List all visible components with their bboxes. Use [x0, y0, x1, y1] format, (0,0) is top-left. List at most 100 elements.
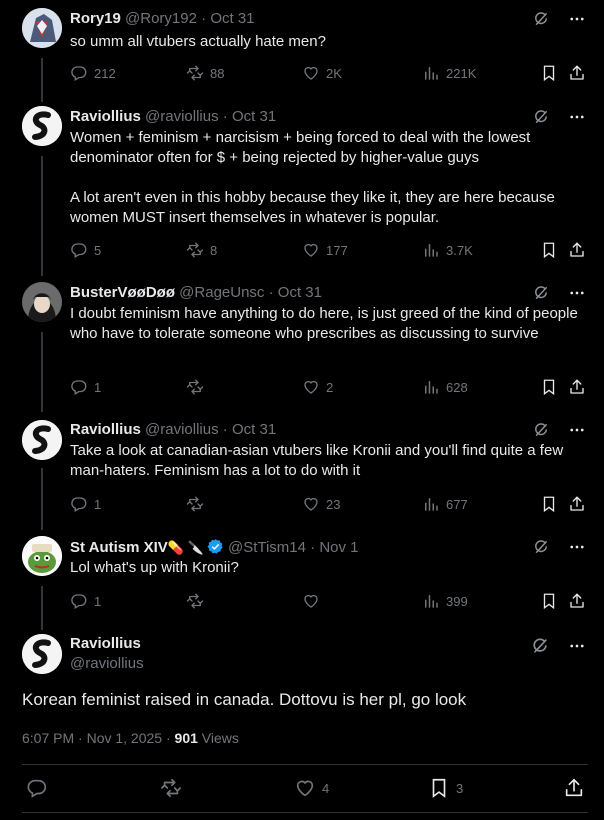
repost-button[interactable] — [186, 592, 210, 610]
grok-icon[interactable] — [532, 284, 550, 302]
main-author-name[interactable]: Raviollius — [70, 635, 141, 652]
views-button[interactable]: 628 — [422, 378, 468, 396]
repost-icon — [160, 777, 182, 799]
bookmark-button[interactable]: 3 — [428, 777, 463, 799]
avatar[interactable] — [22, 8, 62, 48]
tweet-date[interactable]: Nov 1 — [319, 539, 358, 556]
more-icon[interactable] — [568, 538, 586, 556]
views-button[interactable]: 677 — [422, 495, 468, 513]
reply-button[interactable]: 1 — [70, 592, 101, 610]
grok-icon[interactable] — [532, 108, 550, 126]
share-icon — [568, 64, 586, 82]
tweet-date[interactable]: Oct 31 — [278, 284, 322, 301]
views-button[interactable]: 3.7K — [422, 241, 473, 259]
like-button[interactable]: 2K — [302, 64, 342, 82]
repost-button[interactable] — [160, 777, 188, 799]
share-button[interactable] — [568, 64, 586, 82]
more-icon[interactable] — [568, 284, 586, 302]
author-name[interactable]: Raviollius — [70, 421, 141, 438]
like-icon — [302, 592, 320, 610]
repost-icon — [186, 495, 204, 513]
repost-icon — [186, 241, 204, 259]
tweet-text: Take a look at canadian-asian vtubers li… — [70, 442, 568, 479]
author-handle[interactable]: @Rory192 — [125, 10, 197, 27]
avatar[interactable] — [22, 536, 62, 576]
views-count: 221K — [446, 65, 477, 81]
like-button[interactable]: 177 — [302, 241, 348, 259]
author-name[interactable]: BusterVøøDøø — [70, 284, 175, 301]
reply-icon — [70, 495, 88, 513]
avatar[interactable] — [22, 634, 62, 674]
bookmark-button[interactable] — [540, 241, 558, 259]
like-icon — [294, 777, 316, 799]
views-button[interactable]: 399 — [422, 592, 468, 610]
views-icon — [422, 592, 440, 610]
grok-icon[interactable] — [532, 421, 550, 439]
bookmark-button[interactable] — [540, 64, 558, 82]
main-action-bar: 4 3 — [0, 777, 604, 801]
author-handle[interactable]: @raviollius — [145, 421, 219, 438]
share-button[interactable] — [568, 592, 586, 610]
reply-button[interactable]: 5 — [70, 241, 101, 259]
tweet-text: so umm all vtubers actually hate men? — [70, 33, 326, 50]
more-icon[interactable] — [568, 108, 586, 126]
avatar[interactable] — [22, 106, 62, 146]
share-icon — [563, 777, 585, 799]
avatar[interactable] — [22, 420, 62, 460]
grok-icon[interactable] — [532, 10, 550, 28]
more-icon[interactable] — [568, 421, 586, 439]
tweet-text: I doubt feminism have anything to do her… — [70, 305, 582, 342]
thread-connector — [41, 58, 43, 102]
reply-count: 212 — [94, 65, 116, 81]
share-button[interactable] — [568, 241, 586, 259]
share-button[interactable] — [563, 777, 585, 799]
like-button[interactable]: 2 — [302, 378, 333, 396]
share-button[interactable] — [568, 495, 586, 513]
repost-button[interactable] — [186, 495, 210, 513]
reply-button[interactable]: 212 — [70, 64, 116, 82]
views-icon — [422, 64, 440, 82]
views-icon — [422, 495, 440, 513]
reply-button[interactable]: 1 — [70, 378, 101, 396]
reply-count: 1 — [94, 593, 102, 609]
author-name[interactable]: Raviollius — [70, 108, 141, 125]
name-emoji: 💊 🔪 — [167, 540, 204, 555]
bookmark-button[interactable] — [540, 592, 558, 610]
author-handle[interactable]: @StTism14 — [228, 539, 306, 556]
tweet-date[interactable]: Oct 31 — [232, 108, 276, 125]
share-icon — [568, 378, 586, 396]
author-handle[interactable]: @raviollius — [145, 108, 219, 125]
repost-icon — [186, 592, 204, 610]
repost-button[interactable] — [186, 378, 210, 396]
like-button[interactable] — [302, 592, 326, 610]
repost-button[interactable]: 88 — [186, 64, 224, 82]
repost-button[interactable]: 8 — [186, 241, 217, 259]
share-button[interactable] — [568, 378, 586, 396]
tweet-text: Lol what's up with Kronii? — [70, 559, 239, 576]
author-handle[interactable]: @RageUnsc — [179, 284, 264, 301]
grok-icon[interactable] — [532, 538, 550, 556]
reply-button[interactable] — [26, 777, 54, 799]
bookmark-button[interactable] — [540, 378, 558, 396]
tweet-date[interactable]: Oct 31 — [210, 10, 254, 27]
reply-icon — [70, 378, 88, 396]
author-name[interactable]: St Autism XIV — [70, 539, 168, 556]
avatar[interactable] — [22, 282, 62, 322]
like-button[interactable]: 4 — [294, 777, 329, 799]
author-name[interactable]: Rory19 — [70, 10, 121, 27]
bookmark-icon — [540, 378, 558, 396]
grok-icon[interactable] — [530, 636, 550, 656]
tweet-date[interactable]: Oct 31 — [232, 421, 276, 438]
main-author-handle[interactable]: @raviollius — [70, 655, 144, 672]
reply-button[interactable]: 1 — [70, 495, 101, 513]
more-icon[interactable] — [568, 637, 586, 655]
more-icon[interactable] — [568, 10, 586, 28]
like-button[interactable]: 23 — [302, 495, 340, 513]
reply-icon — [70, 64, 88, 82]
bookmark-button[interactable] — [540, 495, 558, 513]
reply-icon — [70, 592, 88, 610]
bookmark-icon — [540, 592, 558, 610]
timestamp[interactable]: 6:07 PM · Nov 1, 2025 · — [22, 730, 175, 746]
bookmark-count: 3 — [456, 780, 464, 796]
views-button[interactable]: 221K — [422, 64, 476, 82]
